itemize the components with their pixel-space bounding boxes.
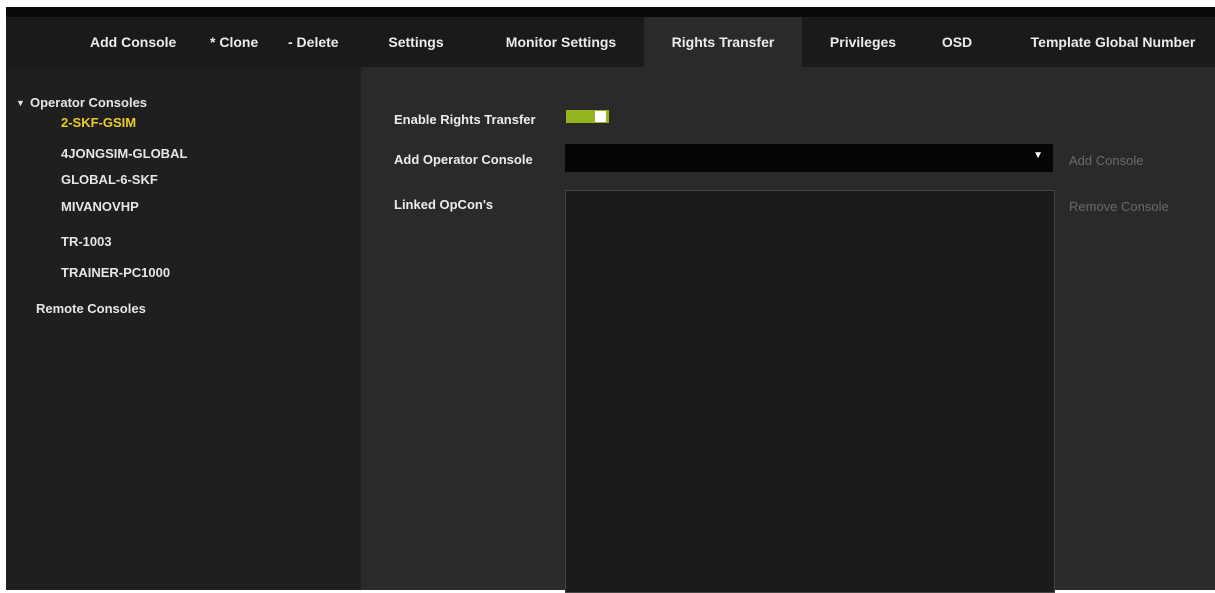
tree-group-operator-consoles[interactable]: ▼ Operator Consoles [16, 95, 147, 110]
tree-item-console[interactable]: 4JONGSIM-GLOBAL [61, 146, 187, 161]
tab-rights-transfer[interactable]: Rights Transfer [644, 17, 802, 67]
tab-settings[interactable]: Settings [371, 17, 461, 67]
triangle-down-icon[interactable]: ▼ [16, 98, 30, 108]
tab-privileges[interactable]: Privileges [813, 17, 913, 67]
app-window: Add Console * Clone - Delete ▼ Operator C… [6, 7, 1215, 593]
tab-monitor-settings[interactable]: Monitor Settings [481, 17, 641, 67]
add-operator-console-select[interactable]: ▼ [565, 144, 1053, 172]
enable-rights-transfer-label: Enable Rights Transfer [394, 112, 536, 127]
triangle-down-icon: ▼ [1033, 150, 1043, 161]
tree-item-console[interactable]: TR-1003 [61, 234, 112, 249]
linked-opcons-label: Linked OpCon's [394, 197, 494, 212]
add-console-side-button[interactable]: Add Console [1069, 153, 1143, 168]
delete-button[interactable]: - Delete [288, 17, 339, 67]
add-console-button[interactable]: Add Console [90, 17, 176, 67]
tab-template-global-number[interactable]: Template Global Number [1013, 17, 1213, 67]
linked-opcons-list[interactable] [565, 190, 1055, 593]
tree-item-console[interactable]: MIVANOVHP [61, 199, 139, 214]
console-toolbar: Add Console * Clone - Delete [6, 17, 361, 67]
tree-item-console[interactable]: 2-SKF-GSIM [61, 115, 136, 130]
tree-item-console[interactable]: TRAINER-PC1000 [61, 265, 170, 280]
remove-console-button[interactable]: Remove Console [1069, 199, 1169, 214]
tab-bar: Settings Monitor Settings Rights Transfe… [361, 17, 1215, 67]
clone-button[interactable]: * Clone [210, 17, 258, 67]
tree-group-remote-consoles[interactable]: Remote Consoles [36, 301, 146, 316]
toggle-knob [595, 111, 606, 122]
console-sidebar: Add Console * Clone - Delete ▼ Operator C… [6, 17, 361, 590]
settings-panel: Settings Monitor Settings Rights Transfe… [361, 17, 1215, 593]
add-operator-console-label: Add Operator Console [394, 152, 533, 167]
tab-osd[interactable]: OSD [927, 17, 987, 67]
enable-rights-transfer-toggle[interactable] [566, 108, 609, 125]
tree-group-label: Operator Consoles [30, 95, 148, 110]
tree-item-console[interactable]: GLOBAL-6-SKF [61, 172, 158, 187]
